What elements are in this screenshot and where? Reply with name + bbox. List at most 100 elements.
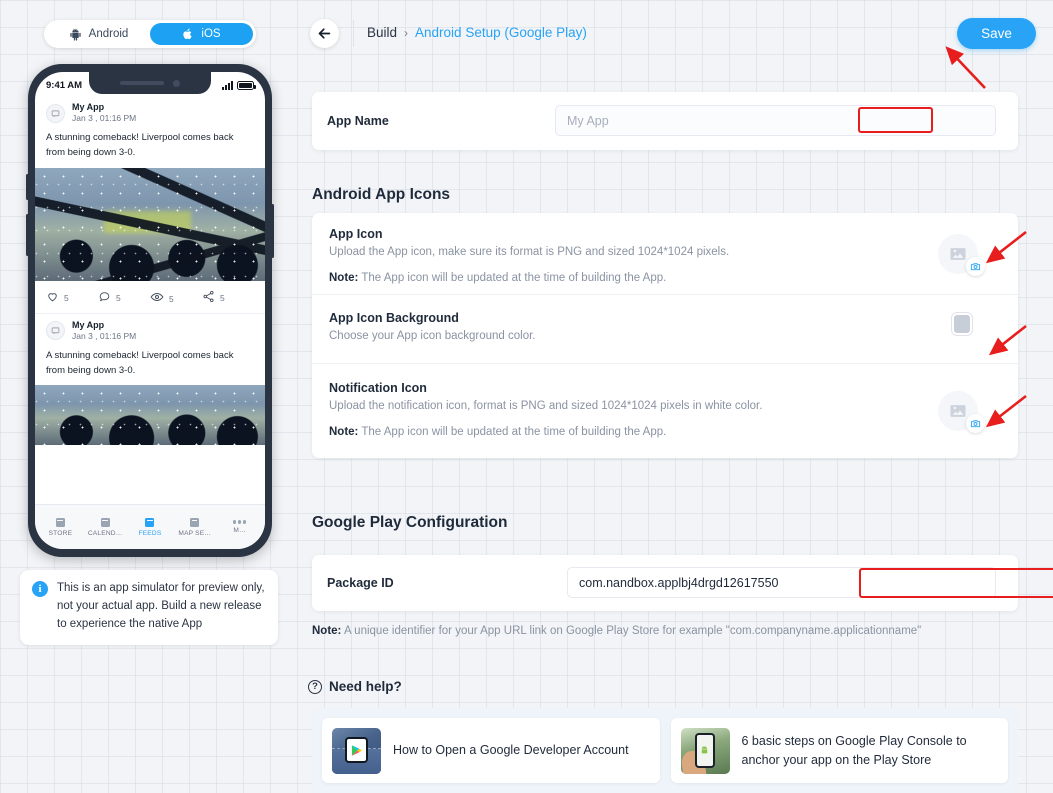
app-icon-note-text: The App icon will be updated at the time…	[358, 272, 667, 284]
app-icon-desc: Upload the App icon, make sure its forma…	[329, 246, 730, 258]
post-image	[35, 385, 265, 446]
post-header: My App Jan 3 , 01:16 PM	[35, 314, 265, 344]
platform-tab-ios[interactable]: iOS	[150, 23, 253, 45]
post-text: A stunning comeback! Liverpool comes bac…	[46, 132, 234, 159]
package-id-note-label: Note:	[312, 625, 342, 637]
app-name-input[interactable]	[555, 105, 996, 136]
question-circle-icon: ?	[308, 679, 322, 694]
store-icon	[55, 517, 65, 527]
help-card-developer-account[interactable]: How to Open a Google Developer Account	[322, 718, 660, 783]
sim-tab-calendar[interactable]: CALEND…	[83, 517, 127, 537]
android-icon	[702, 746, 708, 754]
simulator-note-text: This is an app simulator for preview onl…	[57, 582, 265, 630]
help-card-play-console-steps[interactable]: 6 basic steps on Google Play Console to …	[670, 718, 1008, 783]
info-icon: i	[32, 581, 48, 597]
google-play-configuration-title: Google Play Configuration	[312, 514, 508, 531]
calendar-icon	[100, 517, 110, 527]
feed-post[interactable]: My App Jan 3 , 01:16 PM A stunning comeb…	[35, 96, 265, 314]
post-actions: 5 5 5 5	[35, 281, 265, 314]
battery-icon	[237, 81, 256, 90]
platform-tab-ios-label: iOS	[201, 28, 221, 40]
sim-tab-map[interactable]: MAP SE…	[173, 517, 217, 537]
like-count: 5	[64, 293, 69, 304]
view-action[interactable]: 5	[150, 290, 202, 304]
back-button[interactable]	[310, 19, 339, 48]
platform-toggle[interactable]: Android iOS	[44, 20, 256, 48]
app-icon-background-swatch[interactable]	[951, 312, 973, 336]
status-time: 9:41 AM	[46, 80, 83, 91]
platform-tab-android-label: Android	[88, 28, 129, 40]
breadcrumb-root[interactable]: Build	[367, 25, 397, 40]
notification-icon-note: Note: The App icon will be updated at th…	[329, 426, 666, 438]
sim-tab-map-label: MAP SE…	[178, 529, 212, 537]
apple-icon	[182, 27, 194, 41]
need-help-label: Need help?	[329, 679, 402, 694]
sim-tab-feeds[interactable]: FEEDS	[128, 517, 172, 537]
app-icon-background-title: App Icon Background	[329, 311, 459, 325]
phone-simulator: 9:41 AM My App Jan 3 , 01:16 PM A stunni…	[26, 64, 274, 557]
breadcrumb: Build › Android Setup (Google Play)	[367, 25, 587, 40]
camera-badge-icon[interactable]	[966, 257, 985, 276]
package-id-input[interactable]	[567, 567, 996, 598]
signal-icon	[222, 81, 233, 90]
view-count: 5	[169, 293, 174, 304]
package-id-label: Package ID	[327, 576, 394, 590]
platform-tab-android[interactable]: Android	[47, 23, 150, 45]
simulator-note: i This is an app simulator for preview o…	[20, 570, 278, 645]
save-button[interactable]: Save	[957, 18, 1036, 49]
post-author: My App	[72, 102, 105, 112]
android-icon	[69, 28, 82, 41]
avatar	[46, 321, 65, 341]
image-placeholder-icon	[950, 248, 966, 260]
help-cards-strip: How to Open a Google Developer Account 6…	[312, 708, 1018, 793]
image-placeholder-icon	[950, 405, 966, 417]
chevron-right-icon: ›	[404, 25, 409, 40]
app-icon-uploader[interactable]	[938, 234, 985, 276]
share-action[interactable]: 5	[202, 290, 254, 303]
sim-tab-more[interactable]: M…	[218, 520, 262, 534]
feed-post[interactable]: My App Jan 3 , 01:16 PM A stunning comeb…	[35, 314, 265, 446]
app-icon-note-label: Note:	[329, 272, 359, 284]
post-timestamp: Jan 3 , 01:16 PM	[72, 330, 137, 341]
comment-action[interactable]: 5	[98, 290, 150, 303]
like-action[interactable]: 5	[46, 290, 98, 303]
simulator-panel: Android iOS 9:41 AM My App Jan 3 , 01:16…	[0, 0, 290, 793]
app-icon-title: App Icon	[329, 227, 383, 241]
sim-tab-calendar-label: CALEND…	[87, 529, 123, 537]
arrow-left-icon	[318, 28, 331, 39]
phone-side-button	[271, 204, 274, 258]
google-play-icon	[351, 744, 362, 756]
android-app-icons-title: Android App Icons	[312, 186, 451, 203]
post-header: My App Jan 3 , 01:16 PM	[35, 96, 265, 126]
help-card-play-console-steps-title: 6 basic steps on Google Play Console to …	[741, 734, 967, 767]
post-author-block: My App Jan 3 , 01:16 PM	[72, 320, 136, 342]
need-help-header: ? Need help?	[308, 679, 402, 694]
more-dots-icon	[232, 520, 247, 524]
app-icon-row: App Icon Upload the App icon, make sure …	[312, 213, 1018, 294]
breadcrumb-divider	[353, 20, 354, 47]
post-image	[35, 167, 265, 281]
sim-tab-store-label: STORE	[48, 529, 73, 537]
comment-count: 5	[116, 293, 121, 304]
top-bar: Build › Android Setup (Google Play) Save	[290, 0, 1053, 66]
camera-badge-icon[interactable]	[966, 414, 985, 433]
breadcrumb-current[interactable]: Android Setup (Google Play)	[415, 25, 587, 40]
avatar	[46, 103, 65, 123]
sim-tab-feeds-label: FEEDS	[138, 529, 162, 537]
notification-icon-uploader[interactable]	[938, 391, 985, 433]
post-timestamp: Jan 3 , 01:16 PM	[72, 113, 137, 124]
map-icon	[190, 517, 200, 527]
help-card-developer-account-title: How to Open a Google Developer Account	[393, 743, 629, 758]
sim-tab-store[interactable]: STORE	[38, 517, 82, 537]
phone-screen: 9:41 AM My App Jan 3 , 01:16 PM A stunni…	[35, 72, 265, 549]
play-store-pocket-thumbnail	[332, 727, 381, 774]
notification-icon-title: Notification Icon	[329, 381, 427, 395]
share-count: 5	[220, 293, 225, 304]
front-camera-icon	[173, 79, 180, 87]
app-icon-background-desc: Choose your App icon background color.	[329, 330, 536, 342]
app-icon-background-row: App Icon Background Choose your App icon…	[312, 294, 1018, 363]
post-text: A stunning comeback! Liverpool comes bac…	[46, 350, 234, 376]
app-name-card: App Name	[312, 92, 1018, 150]
app-icon-note: Note: The App icon will be updated at th…	[329, 272, 666, 284]
main-content: Build › Android Setup (Google Play) Save…	[290, 0, 1053, 793]
